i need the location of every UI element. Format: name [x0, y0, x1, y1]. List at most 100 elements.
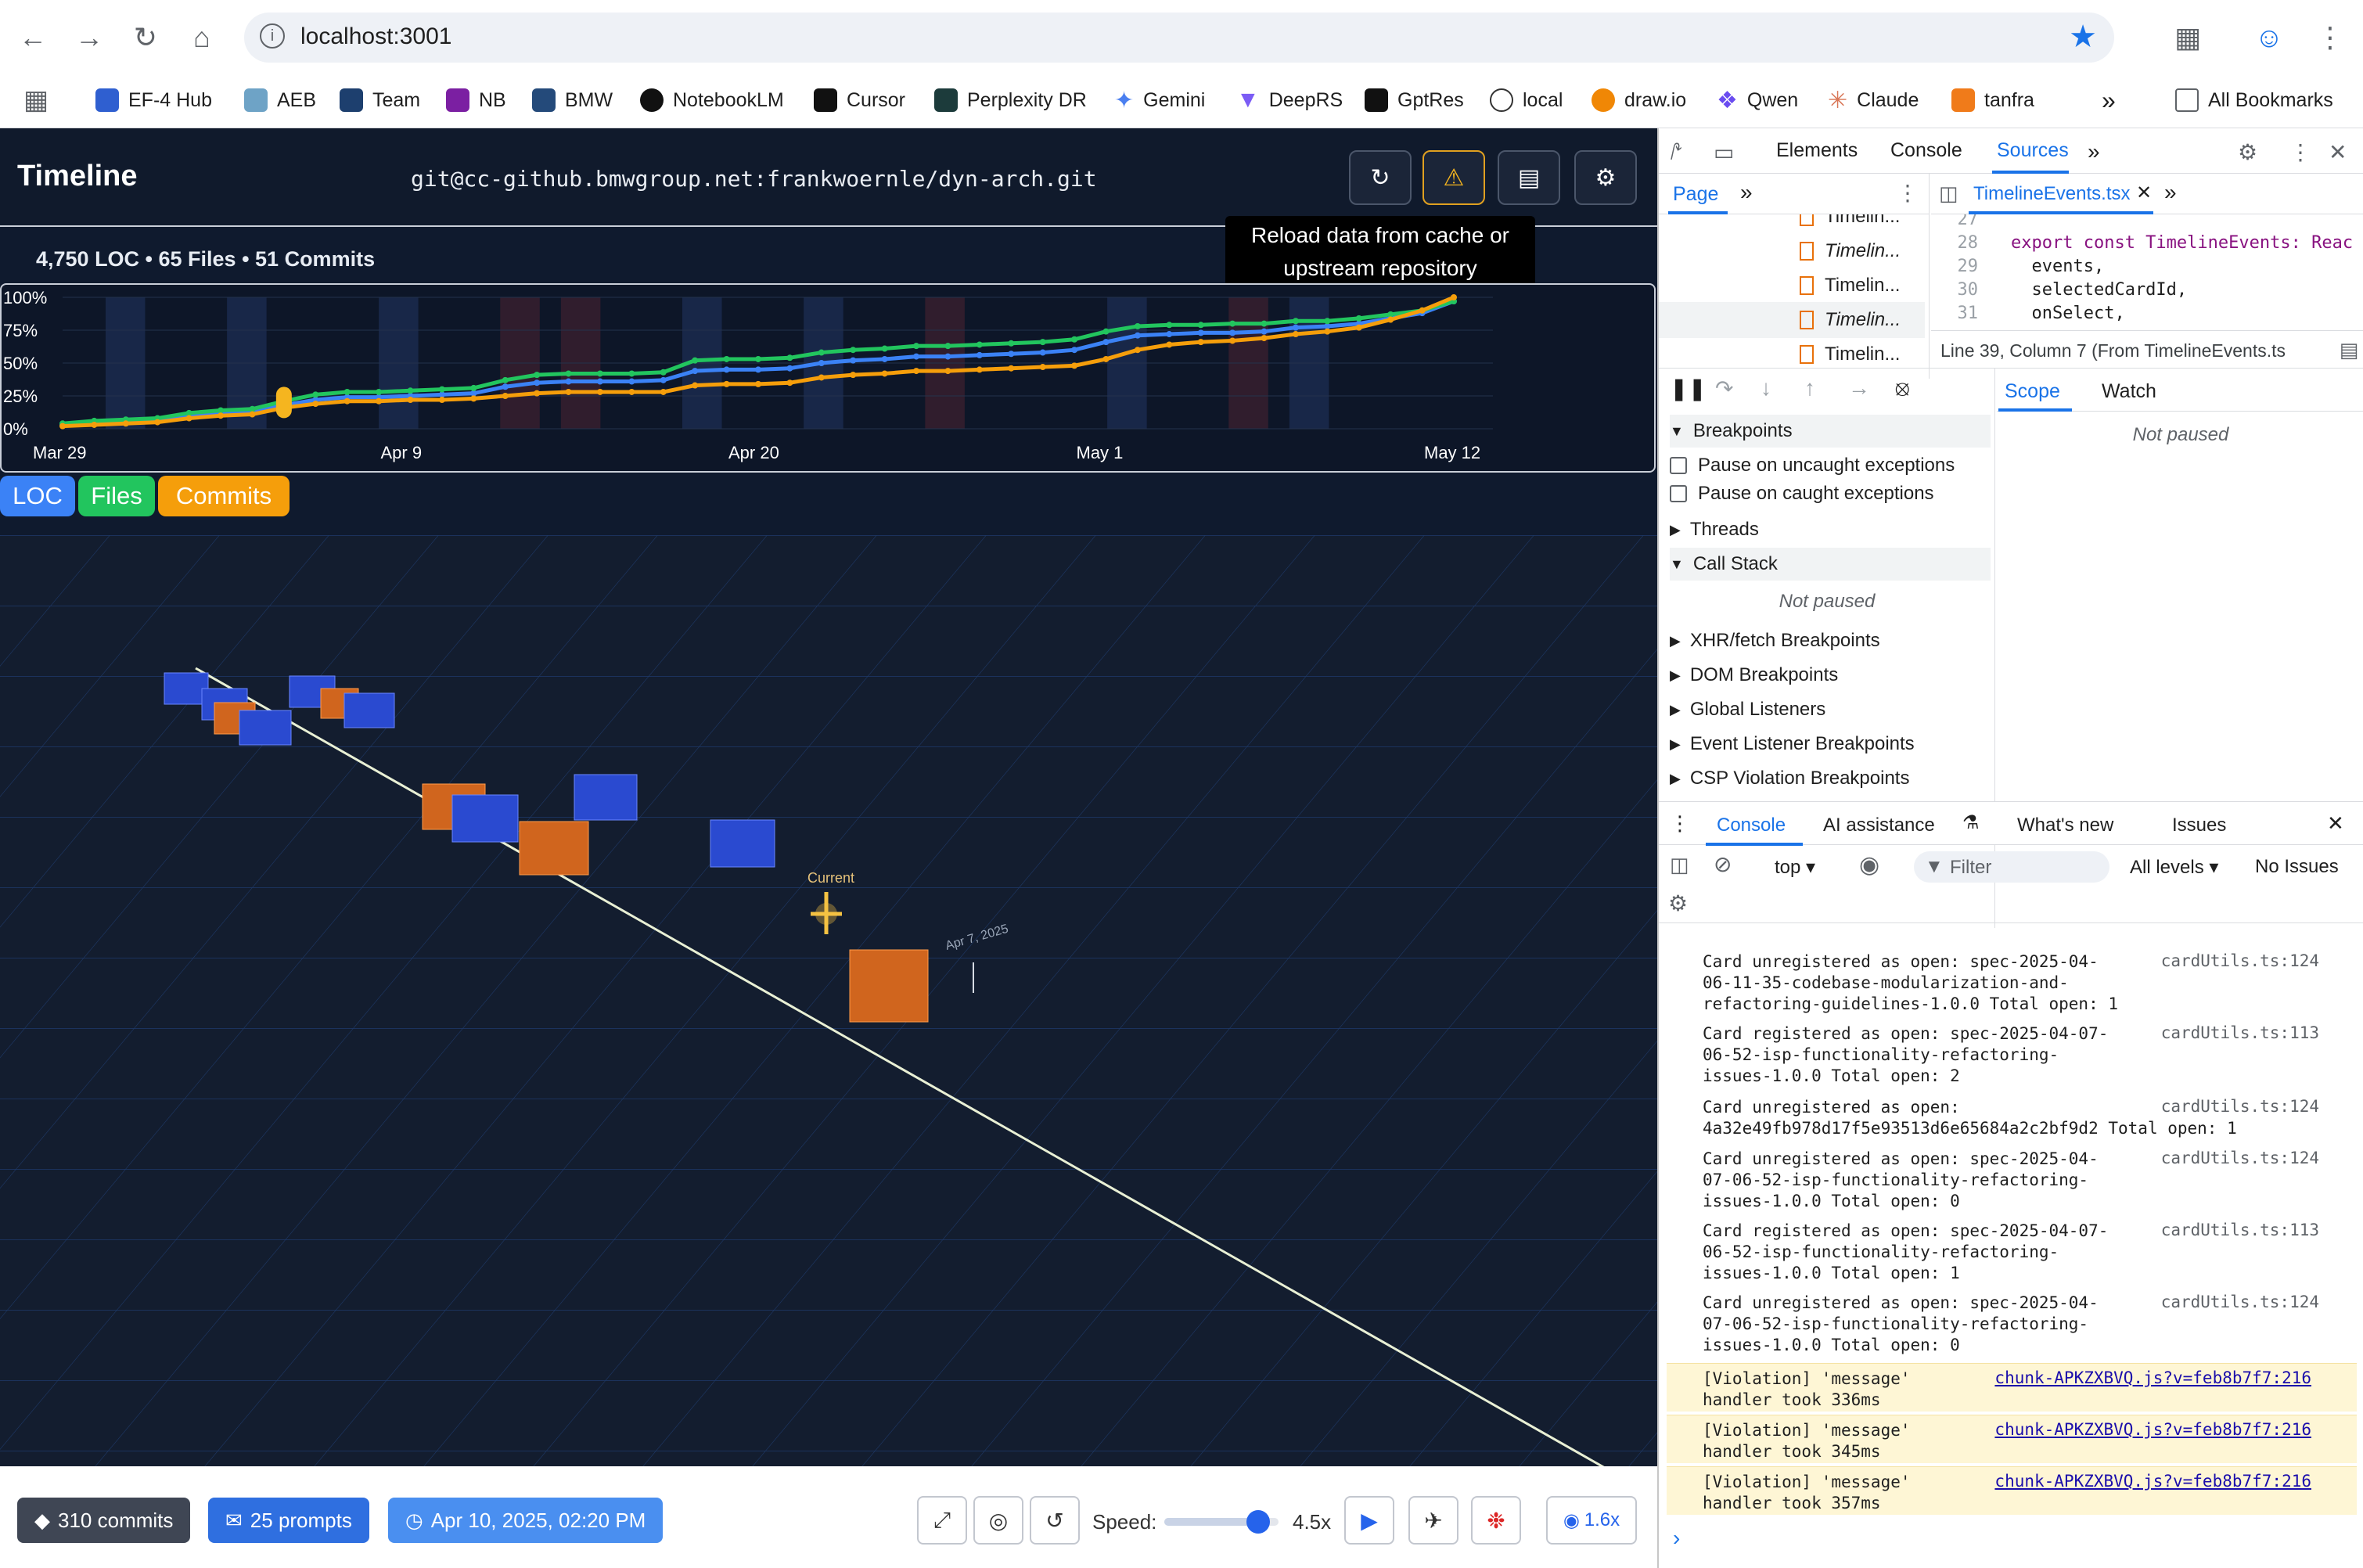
reset-view-button[interactable]: ↺: [1030, 1496, 1080, 1545]
nav-menu-icon[interactable]: ⋮: [1897, 180, 1919, 206]
clear-console-icon[interactable]: ⊘: [1714, 851, 1732, 877]
context-selector[interactable]: top ▾: [1775, 856, 1815, 879]
checkbox[interactable]: [1670, 485, 1687, 502]
pause-icon[interactable]: ❚❚: [1670, 376, 1707, 401]
play-button[interactable]: ▶: [1344, 1496, 1394, 1545]
flight-mode-button[interactable]: ✈: [1408, 1496, 1458, 1545]
settings-button[interactable]: ⚙: [1574, 150, 1637, 205]
commit-card[interactable]: [451, 794, 519, 843]
bookmark-tanfra[interactable]: tanfra: [1951, 83, 2034, 117]
step-over-icon[interactable]: ↷: [1715, 376, 1733, 401]
breakpoints-section[interactable]: ▼ Breakpoints: [1670, 415, 1991, 448]
step-icon[interactable]: →: [1848, 376, 1870, 401]
bookmark-gptres[interactable]: GptRes: [1365, 83, 1464, 117]
device-toolbar-icon[interactable]: ▭: [1714, 139, 1734, 165]
bookmark-claude[interactable]: ✳ Claude: [1828, 83, 1919, 117]
toggle-navigator-icon[interactable]: ◫: [1939, 182, 1958, 206]
more-files-icon[interactable]: »: [2164, 180, 2177, 205]
violation-source-link[interactable]: chunk-APKZXBVQ.js?v=feb8b7f7:216: [1994, 1420, 2311, 1439]
tab-scope[interactable]: Scope: [2005, 380, 2060, 403]
document-button[interactable]: ▤: [1498, 150, 1560, 205]
global-listeners-section[interactable]: ▶ Global Listeners: [1670, 693, 1825, 726]
home-icon[interactable]: ⌂: [180, 16, 224, 59]
bookmark-cursor[interactable]: Cursor: [814, 83, 905, 117]
site-info-icon[interactable]: i: [260, 23, 285, 49]
warnings-button[interactable]: ⚠: [1422, 150, 1485, 205]
message-source-link[interactable]: cardUtils.ts:124: [2161, 1149, 2319, 1167]
step-into-icon[interactable]: ↓: [1761, 376, 1771, 401]
checkbox[interactable]: [1670, 457, 1687, 474]
inspect-element-icon[interactable]: ⭚: [1670, 139, 1682, 165]
devtools-settings-icon[interactable]: ⚙: [2238, 139, 2257, 165]
commit-card[interactable]: [343, 692, 395, 728]
issues-count[interactable]: No Issues: [2255, 856, 2339, 878]
message-source-link[interactable]: cardUtils.ts:124: [2161, 951, 2319, 970]
bookmark-qwen[interactable]: ❖ Qwen: [1717, 83, 1798, 117]
bookmark-aeb[interactable]: AEB: [244, 83, 316, 117]
commits-toggle[interactable]: Commits: [158, 476, 290, 516]
log-levels-dropdown[interactable]: All levels ▾: [2130, 856, 2218, 879]
prompts-count-badge[interactable]: ✉ 25 prompts: [208, 1498, 369, 1543]
reload-icon[interactable]: ↻: [124, 16, 167, 59]
message-source-link[interactable]: cardUtils.ts:113: [2161, 1221, 2319, 1239]
step-out-icon[interactable]: ↑: [1804, 376, 1815, 401]
file-tree-item[interactable]: Timelin...: [1800, 235, 1901, 268]
file-tree-item[interactable]: Timelin...: [1800, 214, 1900, 233]
more-tabs-icon[interactable]: »: [2088, 139, 2100, 164]
dom-breakpoints-section[interactable]: ▶ DOM Breakpoints: [1670, 659, 1838, 692]
drawer-tab-console[interactable]: Console: [1717, 815, 1786, 836]
call-stack-section[interactable]: ▼ Call Stack: [1670, 548, 1991, 581]
apps-grid-icon[interactable]: ▦: [23, 83, 49, 117]
bookmark-gemini[interactable]: ✦ Gemini: [1114, 83, 1205, 117]
file-tree-item[interactable]: Timelin...: [1800, 269, 1900, 302]
3d-timeline-scene[interactable]: Current Apr 7, 2025: [0, 535, 1657, 1466]
console-settings-icon[interactable]: ⚙: [1668, 890, 1688, 916]
url-text[interactable]: localhost:3001: [300, 23, 451, 50]
browser-menu-icon[interactable]: ⋮: [2308, 16, 2352, 59]
console-prompt-icon[interactable]: ›: [1673, 1526, 1680, 1551]
tab-sources[interactable]: Sources: [1997, 139, 2069, 162]
all-bookmarks-folder[interactable]: All Bookmarks: [2175, 83, 2333, 117]
commit-card[interactable]: [574, 774, 638, 821]
drawer-tab-whats-new[interactable]: What's new: [2017, 815, 2113, 836]
address-bar[interactable]: i localhost:3001 ★: [244, 13, 2114, 63]
commit-card[interactable]: [239, 710, 292, 746]
bookmark-local[interactable]: local: [1490, 83, 1563, 117]
message-source-link[interactable]: cardUtils.ts:124: [2161, 1293, 2319, 1311]
debug-button[interactable]: ❉: [1471, 1496, 1521, 1545]
console-filter[interactable]: ▼ Filter: [1914, 851, 2109, 883]
file-tree-item[interactable]: Timelin...: [1800, 338, 1900, 371]
bookmark-ef4-hub[interactable]: EF-4 Hub: [95, 83, 212, 117]
speed-slider[interactable]: [1164, 1510, 1279, 1534]
bookmark-deeprs[interactable]: ▼ DeepRS: [1236, 83, 1343, 117]
current-date-badge[interactable]: ◷ Apr 10, 2025, 02:20 PM: [388, 1498, 664, 1543]
close-devtools-icon[interactable]: ✕: [2329, 139, 2347, 165]
tab-console[interactable]: Console: [1890, 139, 1962, 162]
coverage-icon[interactable]: ▤: [2333, 331, 2363, 368]
focus-button[interactable]: ◎: [973, 1496, 1023, 1545]
cursor-position[interactable]: Line 39, Column 7 (From TimelineEvents.t…: [1940, 340, 2286, 361]
forward-icon[interactable]: →: [67, 16, 111, 59]
profile-icon[interactable]: ☺: [2247, 16, 2291, 59]
prompt-card[interactable]: [519, 821, 589, 876]
reload-button[interactable]: ↻: [1349, 150, 1412, 205]
loc-toggle[interactable]: LOC: [0, 476, 75, 516]
message-source-link[interactable]: cardUtils.ts:124: [2161, 1097, 2319, 1116]
bookmark-nb[interactable]: NB: [446, 83, 506, 117]
eye-icon[interactable]: ◉: [1859, 851, 1879, 879]
commit-card[interactable]: [710, 819, 775, 868]
pause-caught-option[interactable]: Pause on caught exceptions: [1670, 477, 1934, 510]
violation-source-link[interactable]: chunk-APKZXBVQ.js?v=feb8b7f7:216: [1994, 1472, 2311, 1491]
speed-slider-thumb[interactable]: [1246, 1510, 1270, 1534]
deactivate-breakpoints-icon[interactable]: ⦻: [1895, 376, 1910, 401]
bookmark-bmw[interactable]: BMW: [532, 83, 613, 117]
console-sidebar-icon[interactable]: ◫: [1670, 853, 1689, 877]
bookmark-star-icon[interactable]: ★: [2069, 19, 2097, 55]
devtools-menu-icon[interactable]: ⋮: [2289, 139, 2311, 165]
tab-elements[interactable]: Elements: [1776, 139, 1858, 162]
file-tree-item-selected[interactable]: Timelin...: [1800, 304, 1901, 336]
message-source-link[interactable]: cardUtils.ts:113: [2161, 1023, 2319, 1042]
event-listener-breakpoints-section[interactable]: ▶ Event Listener Breakpoints: [1670, 728, 1915, 761]
xhr-breakpoints-section[interactable]: ▶ XHR/fetch Breakpoints: [1670, 624, 1880, 657]
more-nav-icon[interactable]: »: [1740, 180, 1753, 205]
